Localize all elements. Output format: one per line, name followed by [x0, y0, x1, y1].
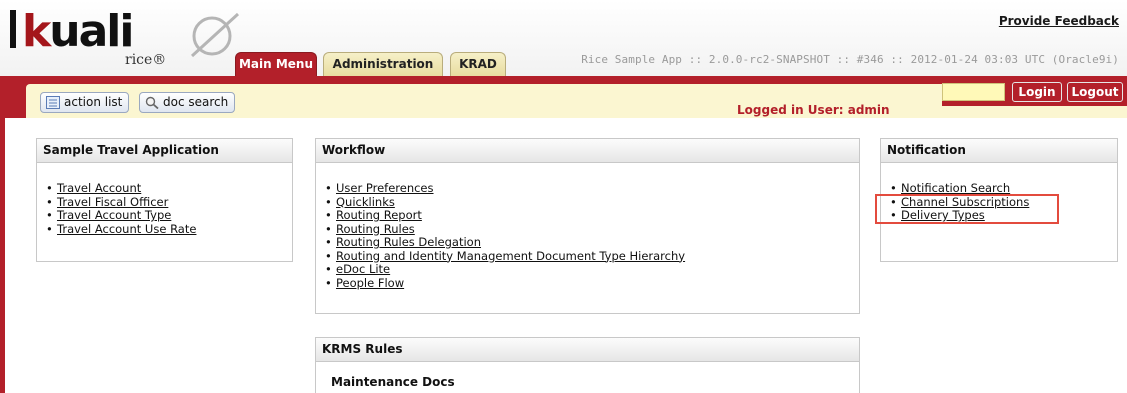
list-item: eDoc Lite	[325, 262, 859, 277]
panel-sample-travel: Sample Travel Application Travel Account…	[36, 138, 293, 262]
travel-link-list: Travel Account Travel Fiscal Officer Tra…	[37, 163, 292, 236]
provide-feedback-link[interactable]: Provide Feedback	[999, 14, 1119, 28]
workflow-link-list: User Preferences Quicklinks Routing Repo…	[316, 163, 859, 290]
list-item: Routing and Identity Management Document…	[325, 249, 859, 264]
build-info: Rice Sample App :: 2.0.0-rc2-SNAPSHOT ::…	[581, 53, 1119, 66]
left-accent-strip	[0, 118, 5, 393]
kuali-rice-logo[interactable]: kuali rice®	[8, 6, 253, 72]
logo-wordmark: kuali	[10, 6, 134, 58]
link-routing-rules[interactable]: Routing Rules	[336, 222, 415, 236]
logged-in-user-label: Logged in User: admin	[737, 103, 890, 117]
doc-search-label: doc search	[163, 95, 229, 109]
link-user-preferences[interactable]: User Preferences	[336, 181, 434, 195]
list-item: Travel Fiscal Officer	[46, 195, 292, 210]
list-item: Travel Account Use Rate	[46, 222, 292, 237]
krms-subheading: Maintenance Docs	[331, 375, 455, 389]
logo-subtitle: rice®	[125, 52, 167, 68]
panel-title: KRMS Rules	[316, 338, 859, 362]
panel-title: Workflow	[316, 139, 859, 163]
link-travel-account-type[interactable]: Travel Account Type	[57, 208, 171, 222]
list-icon	[46, 96, 60, 109]
panel-title: Notification	[881, 139, 1117, 163]
tab-main-menu[interactable]: Main Menu	[235, 52, 317, 76]
list-item: Routing Rules	[325, 222, 859, 237]
logout-button[interactable]: Logout	[1067, 82, 1123, 102]
panel-title: Sample Travel Application	[37, 139, 292, 163]
list-item: Travel Account Type	[46, 208, 292, 223]
link-travel-account[interactable]: Travel Account	[57, 181, 141, 195]
tab-krad[interactable]: KRAD	[450, 52, 506, 76]
login-area: Login Logout	[942, 76, 1127, 106]
link-travel-fiscal-officer[interactable]: Travel Fiscal Officer	[57, 195, 168, 209]
login-button[interactable]: Login	[1012, 82, 1062, 102]
link-notification-search[interactable]: Notification Search	[901, 181, 1010, 195]
login-username-input[interactable]	[942, 83, 1005, 101]
link-doc-type-hierarchy[interactable]: Routing and Identity Management Document…	[336, 249, 685, 263]
link-travel-account-use-rate[interactable]: Travel Account Use Rate	[57, 222, 196, 236]
list-item: Routing Rules Delegation	[325, 235, 859, 250]
panel-workflow: Workflow User Preferences Quicklinks Rou…	[315, 138, 860, 314]
link-routing-report[interactable]: Routing Report	[336, 208, 422, 222]
list-item: User Preferences	[325, 181, 859, 196]
magnifier-icon	[145, 96, 159, 109]
link-people-flow[interactable]: People Flow	[336, 276, 404, 290]
highlight-annotation	[875, 194, 1059, 224]
list-item: Routing Report	[325, 208, 859, 223]
link-routing-rules-delegation[interactable]: Routing Rules Delegation	[336, 235, 481, 249]
action-list-label: action list	[64, 95, 123, 109]
list-item: Travel Account	[46, 181, 292, 196]
link-edoc-lite[interactable]: eDoc Lite	[336, 262, 390, 276]
list-item: People Flow	[325, 276, 859, 291]
action-list-button[interactable]: action list	[40, 92, 130, 113]
header: kuali rice® Main Menu Administration KRA…	[0, 0, 1127, 76]
empty-set-logo-icon	[190, 12, 240, 58]
doc-search-button[interactable]: doc search	[139, 92, 236, 113]
tab-administration[interactable]: Administration	[323, 52, 443, 76]
panel-krms-rules: KRMS Rules Maintenance Docs	[315, 337, 860, 393]
link-quicklinks[interactable]: Quicklinks	[336, 195, 395, 209]
list-item: Quicklinks	[325, 195, 859, 210]
